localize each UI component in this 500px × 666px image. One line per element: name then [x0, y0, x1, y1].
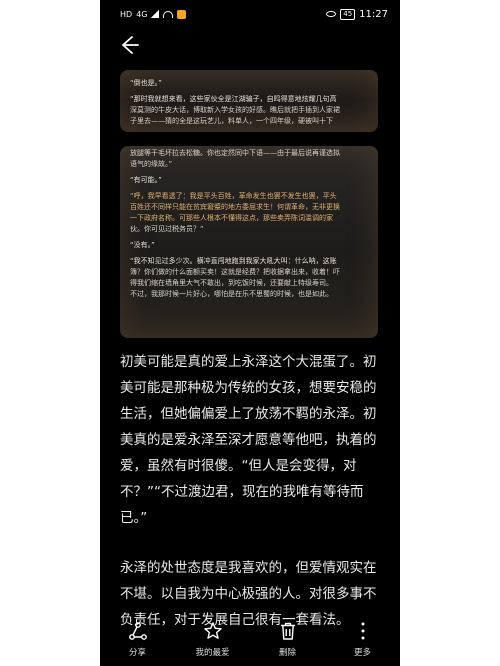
- screenshot2-line: 一下政府名称。可那些人根本不懂得这点，那些卖弄陈词滥调的家: [130, 214, 333, 222]
- screenshot2-line: 簿？你们做的什么面额买卖！这就是经费？把收据拿出来，收着！吓: [130, 268, 340, 276]
- battery-icon: 45: [340, 8, 356, 20]
- screenshot1-line: 子里去——猜的全是这玩艺儿，料单人，一个四年级，硬被叫十下: [130, 117, 333, 125]
- eye-comfort-icon: [326, 11, 337, 17]
- screenshot2-line: 伙。你可见过税务员？”: [130, 225, 204, 233]
- share-button[interactable]: 分享: [103, 620, 173, 658]
- screenshot2-line: “我不知见过多少次。横冲直闯地跑到我家大吼大叫：什么呐，这账: [130, 257, 337, 265]
- more-button[interactable]: 更多: [328, 620, 398, 658]
- bottom-toolbar: 分享 我的最爱 删除 更多: [100, 620, 400, 666]
- screenshot2-line: “有可能。”: [130, 176, 162, 184]
- status-right: 45 11:27: [326, 8, 388, 20]
- wifi-icon: [163, 10, 174, 18]
- article-paragraph-1: 初美可能是真的爱上永泽这个大混蛋了。初美可能是那种极为传统的女孩，想要安稳的生活…: [120, 354, 377, 526]
- screenshot1-line: 深莫测的牛皮大话，博取新入学女孩的好感。瞧后就把手插到人家裙: [130, 106, 340, 114]
- screenshot2-line: “没有。”: [130, 241, 155, 249]
- phone-screen: HD 4G 45 11:27 “倒也是。” “那时我就想来看，这些家伙全是江湖骗…: [100, 0, 400, 666]
- app-notification-icon: [177, 9, 187, 19]
- embedded-book-screenshot-1: “倒也是。” “那时我就想来看，这些家伙全是江湖骗子，自鸣得意地炫耀几句高 深莫…: [120, 70, 378, 132]
- signal-icon: [151, 10, 160, 18]
- embedded-book-screenshot-2: 放腿等干毛坏拉去松糖。你也定然同中下语——由于最后说再谨选拟 语气的缘故。” “…: [120, 146, 378, 338]
- screenshot1-line: “倒也是。”: [130, 79, 162, 87]
- carrier-label: HD: [120, 9, 133, 19]
- screenshot2-line: “呼，我早看透了：我是平头百姓，革命发生也罢不发生也罢，平头: [130, 192, 337, 200]
- screenshot2-line: 百姓还不同样只能在贫宾窘蹙的地方委屈求生！何谓革命，无非更换: [130, 203, 340, 211]
- more-vertical-icon: [353, 620, 373, 642]
- status-bar: HD 4G 45 11:27: [100, 0, 400, 28]
- screenshot2-line: 不过，我那时候一片好心，哪怕是在乐不思蜀的时候，也是如此。: [130, 290, 333, 298]
- screenshot2-text: 放腿等干毛坏拉去松糖。你也定然同中下语——由于最后说再谨选拟 语气的缘故。” “…: [120, 146, 378, 300]
- network-label: 4G: [136, 9, 148, 19]
- clock: 11:27: [359, 8, 388, 20]
- back-arrow-svg: [122, 36, 139, 54]
- delete-button[interactable]: 删除: [253, 620, 323, 658]
- delete-label: 删除: [278, 648, 296, 658]
- favorite-label: 我的最爱: [195, 648, 230, 658]
- star-icon: [203, 620, 223, 642]
- trash-icon: [278, 620, 298, 642]
- share-label: 分享: [128, 648, 146, 658]
- status-left: HD 4G: [120, 9, 187, 19]
- more-label: 更多: [353, 648, 371, 658]
- screenshot2-line: 放腿等干毛坏拉去松糖。你也定然同中下语——由于最后说再谨选拟: [130, 149, 340, 157]
- screenshot2-line: 语气的缘故。”: [130, 160, 173, 168]
- favorite-button[interactable]: 我的最爱: [178, 620, 248, 658]
- screenshot2-line: 得我们缩在墙角里大气不敢出，到吃饭时候，还要献上特级寿司。: [130, 279, 333, 287]
- share-icon: [128, 620, 148, 642]
- screenshot1-line: “那时我就想来看，这些家伙全是江湖骗子，自鸣得意地炫耀几句高: [130, 95, 337, 103]
- back-arrow-icon[interactable]: [118, 34, 142, 58]
- screenshot1-text: “倒也是。” “那时我就想来看，这些家伙全是江湖骗子，自鸣得意地炫耀几句高 深莫…: [120, 70, 378, 127]
- article-body: 初美可能是真的爱上永泽这个大混蛋了。初美可能是那种极为传统的女孩，想要安稳的生活…: [120, 349, 382, 657]
